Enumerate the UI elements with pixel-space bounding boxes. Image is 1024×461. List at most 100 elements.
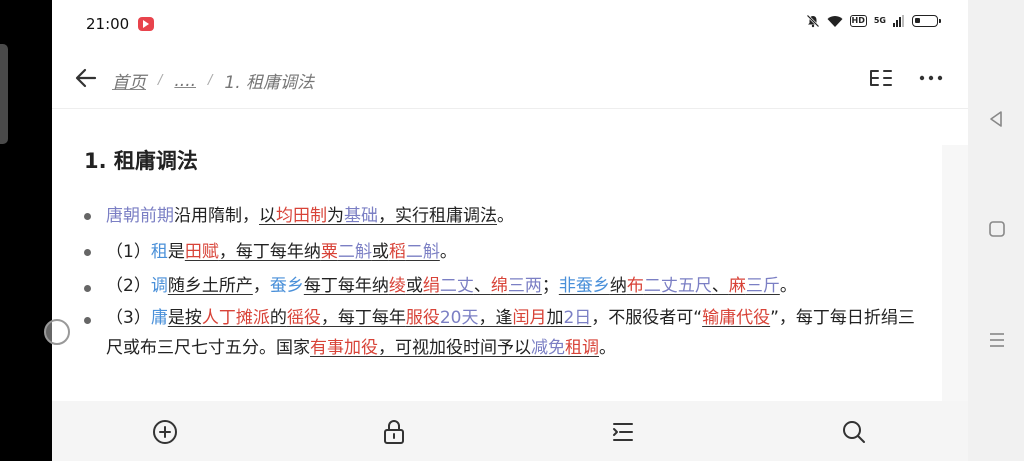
text-span: 绵: [490, 276, 508, 296]
text-span: 二丈: [439, 276, 474, 296]
text-span: 或: [405, 276, 423, 296]
top-bar: 首页 / .... / 1. 租庸调法: [52, 50, 968, 109]
back-arrow-icon[interactable]: [74, 66, 98, 90]
breadcrumb: 首页 / .... / 1. 租庸调法: [112, 68, 314, 94]
text-span: 以: [259, 206, 276, 226]
text-span: 是按人丁摊派的徭役: [168, 308, 321, 328]
text-span: 、: [711, 276, 729, 296]
note-content: 1. 租庸调法 唐朝前期沿用隋制，以均田制为基础，实行租庸调法。 （1）租是田赋…: [52, 109, 968, 401]
nav-home-button[interactable]: [986, 218, 1008, 240]
screen-record-icon: [138, 17, 154, 31]
nav-recents-button[interactable]: [986, 329, 1008, 351]
text-span: 服役: [405, 308, 440, 328]
text-span: 庸: [150, 308, 168, 328]
text-span: 每丁每年纳绫或绢二丈、绵三两: [304, 276, 542, 296]
status-icons: HD 5G: [806, 14, 941, 28]
more-icon[interactable]: [918, 66, 944, 90]
text-span: ，逢闰月加2日: [478, 308, 591, 328]
text-span: 二丈五尺: [643, 276, 712, 296]
square-home-icon: [989, 221, 1005, 237]
list-item: （3）庸是按人丁摊派的徭役，每丁每年服役20天，逢闰月加2日，不服役者可“输庸代…: [82, 303, 918, 363]
text-span: （1）: [106, 242, 151, 262]
nav-back-button[interactable]: [986, 108, 1008, 130]
text-span: 非蚕乡: [558, 276, 610, 296]
text-span: ，每丁每年纳粟二斛或稻二斛: [219, 242, 440, 262]
text-span: 基础: [344, 206, 378, 226]
text-span: 。: [779, 276, 797, 296]
network-label: 5G: [873, 16, 886, 25]
search-icon[interactable]: [841, 419, 867, 445]
text-span: 。: [439, 242, 457, 262]
text-span: 闰月: [512, 308, 547, 328]
text-span: 有事加役: [310, 338, 378, 358]
breadcrumb-ellipsis-link[interactable]: ....: [174, 71, 196, 91]
left-edge-handle[interactable]: [0, 44, 8, 144]
text-span: 绫: [388, 276, 406, 296]
floating-assistive-ball[interactable]: [44, 319, 70, 345]
battery-icon: [912, 15, 941, 27]
text-span: 租调: [565, 338, 599, 358]
text-span: （2）: [106, 276, 151, 296]
text-span: 三两: [507, 276, 542, 296]
menu-lines-icon: [990, 333, 1004, 347]
text-span: 减免: [531, 338, 565, 358]
text-span: 稻: [388, 242, 406, 262]
text-span: 随乡土所产: [167, 276, 253, 296]
text-span: 田赋: [184, 242, 219, 262]
text-span: 蚕乡: [269, 276, 304, 296]
mute-bell-icon: [806, 14, 819, 28]
text-span: ，可视加役时间予以减免租调: [378, 338, 599, 358]
add-circle-icon[interactable]: [152, 419, 178, 445]
text-span: 租: [150, 242, 168, 262]
bottom-toolbar: [52, 401, 968, 461]
text-span: 每丁每年纳: [303, 276, 389, 296]
text-span: 三斤: [745, 276, 780, 296]
clock: 21:00: [86, 15, 130, 33]
triangle-back-icon: [990, 111, 1002, 127]
text-span: 布: [626, 276, 644, 296]
breadcrumb-home-link[interactable]: 首页: [112, 68, 146, 93]
text-span: 徭役: [286, 308, 321, 328]
text-span: 粟: [320, 242, 338, 262]
bullet-list: 唐朝前期沿用隋制，以均田制为基础，实行租庸调法。 （1）租是田赋，每丁每年纳粟二…: [82, 199, 918, 365]
lock-icon[interactable]: [382, 419, 406, 445]
text-span: ，每丁每年纳: [218, 242, 321, 262]
list-item: （1）租是田赋，每丁每年纳粟二斛或稻二斛。: [82, 235, 918, 269]
list-item: （2）调随乡土所产，蚕乡每丁每年纳绫或绢二丈、绵三两；非蚕乡纳布二丈五尺、麻三斤…: [82, 271, 918, 301]
text-span: 非蚕乡纳布二丈五尺、麻三斤: [559, 276, 780, 296]
text-span: 为: [327, 206, 344, 226]
outline-icon[interactable]: [868, 66, 894, 90]
text-span: 唐朝前期: [106, 206, 174, 226]
text-span: ，不服役者可“: [591, 308, 703, 328]
breadcrumb-separator: /: [158, 73, 163, 88]
text-span: ，逢: [478, 308, 513, 328]
text-span: 二斛: [337, 242, 372, 262]
text-span: 均田制: [276, 206, 327, 226]
text-span: ，可视加役时间予以: [378, 338, 531, 358]
text-span: 、: [473, 276, 491, 296]
text-span: ，实行租庸调法: [378, 206, 497, 226]
text-span: 麻: [728, 276, 746, 296]
text-span: 人丁摊派: [201, 308, 270, 328]
text-span: 加: [546, 308, 564, 328]
section-heading: 1. 租庸调法: [84, 149, 198, 173]
text-span: 20天: [439, 308, 479, 328]
text-span: 或: [371, 242, 389, 262]
text-span: 输庸代役: [702, 308, 771, 328]
status-bar: 21:00 HD 5G: [52, 0, 968, 50]
text-span: 调: [150, 276, 168, 296]
text-span: 。: [599, 338, 616, 358]
text-span: 纳: [609, 276, 627, 296]
text-span: ，每丁每年: [320, 308, 406, 328]
app-screen: 21:00 HD 5G 首页 / .... / 1. 租庸调法 1. 租庸调法 …: [52, 0, 968, 461]
list-item: 唐朝前期沿用隋制，以均田制为基础，实行租庸调法。: [82, 199, 918, 233]
text-span: 沿用隋制，: [174, 206, 259, 226]
signal-icon: [893, 15, 904, 27]
text-span: 是: [167, 242, 185, 262]
text-span: 是按: [167, 308, 202, 328]
text-span: 绢: [422, 276, 440, 296]
text-span: ”，: [770, 308, 796, 328]
system-nav-bar: [968, 0, 1024, 461]
toc-icon[interactable]: [610, 419, 636, 445]
scroll-track[interactable]: [942, 145, 968, 401]
